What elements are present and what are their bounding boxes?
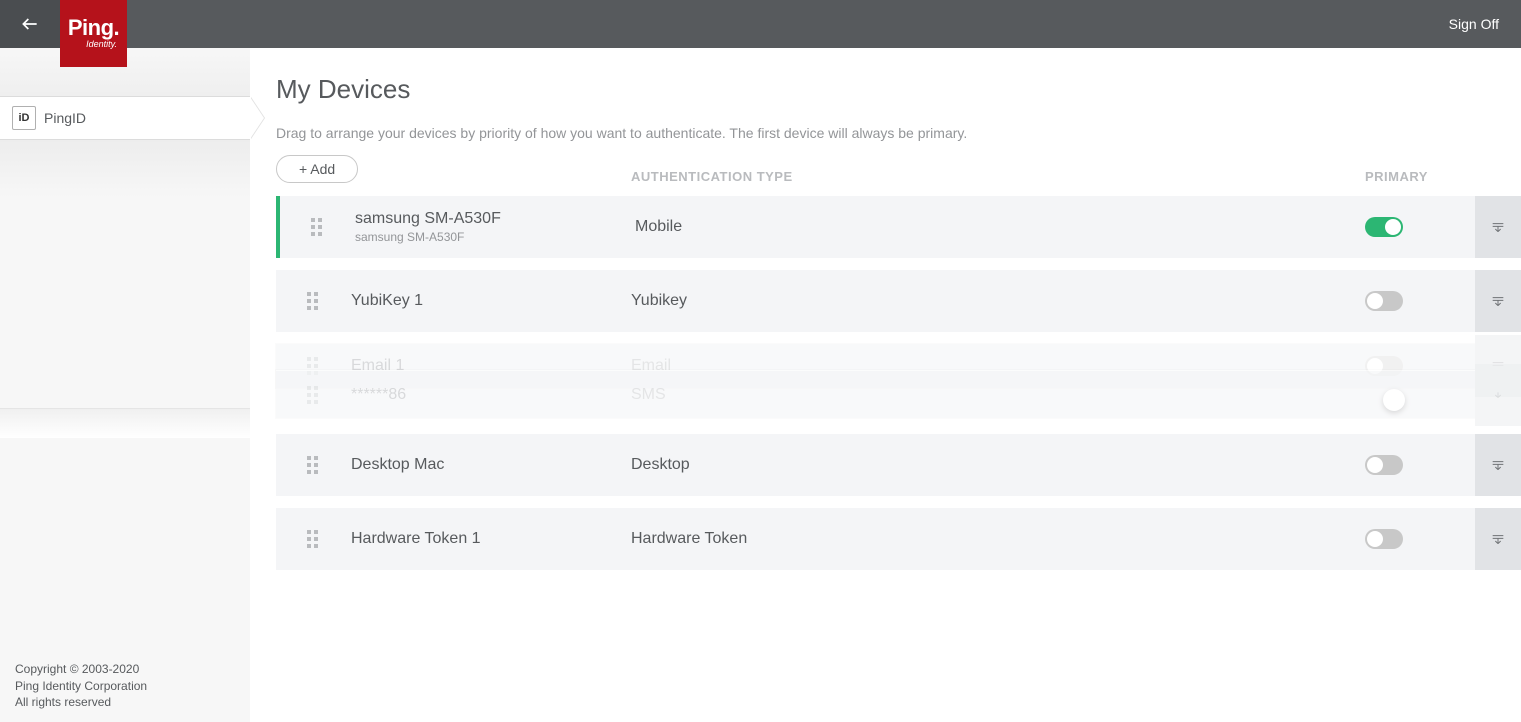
back-button[interactable] <box>0 0 60 48</box>
drag-handle-icon[interactable] <box>307 530 321 548</box>
expand-icon <box>1490 387 1506 403</box>
device-row[interactable]: Hardware Token 1 Hardware Token <box>276 508 1521 570</box>
device-type: SMS <box>631 386 1365 404</box>
device-name: samsung SM-A530F <box>355 210 635 228</box>
primary-toggle[interactable] <box>1365 291 1403 311</box>
sign-off-link[interactable]: Sign Off <box>1449 16 1499 32</box>
device-row[interactable]: samsung SM-A530F samsung SM-A530F Mobile <box>276 196 1521 258</box>
device-name: YubiKey 1 <box>351 292 631 310</box>
dragging-rows[interactable]: Email 1 Email ******86 SMS <box>276 344 1521 422</box>
device-row[interactable]: Desktop Mac Desktop <box>276 434 1521 496</box>
device-subtitle: samsung SM-A530F <box>355 230 635 244</box>
expand-icon <box>1490 219 1506 235</box>
expand-button[interactable] <box>1475 270 1521 332</box>
primary-toggle[interactable] <box>1365 217 1403 237</box>
device-row[interactable]: YubiKey 1 Yubikey <box>276 270 1521 332</box>
drag-handle-icon[interactable] <box>307 456 321 474</box>
column-header-primary: PRIMARY <box>1365 169 1475 184</box>
ping-logo: Ping. Identity. <box>60 0 127 67</box>
device-type: Hardware Token <box>631 530 1365 548</box>
device-row-dragging[interactable]: ******86 SMS <box>276 370 1521 418</box>
logo-text-sub: Identity. <box>86 39 117 49</box>
expand-button[interactable] <box>1475 196 1521 258</box>
devices-table: AUTHENTICATION TYPE PRIMARY samsung SM-A… <box>276 169 1521 570</box>
primary-toggle[interactable] <box>1365 455 1403 475</box>
device-name: Hardware Token 1 <box>351 530 631 548</box>
id-badge-icon: iD <box>12 106 36 130</box>
expand-icon <box>1490 293 1506 309</box>
dragging-toggle-knob <box>1383 389 1405 411</box>
drag-handle-icon[interactable] <box>307 292 321 310</box>
sidebar-divider <box>0 408 250 438</box>
device-name: Desktop Mac <box>351 456 631 474</box>
device-name: ******86 <box>351 386 631 404</box>
device-type: Yubikey <box>631 292 1365 310</box>
device-type: Mobile <box>635 218 1365 236</box>
drag-handle-icon[interactable] <box>307 386 321 404</box>
top-bar: Sign Off <box>0 0 1521 48</box>
expand-button[interactable] <box>1475 508 1521 570</box>
expand-icon <box>1490 531 1506 547</box>
device-type: Desktop <box>631 456 1365 474</box>
footer-line: Copyright © 2003-2020 <box>15 661 147 677</box>
arrow-left-icon <box>20 14 40 34</box>
column-header-type: AUTHENTICATION TYPE <box>631 169 1365 184</box>
logo-text-main: Ping <box>68 15 114 40</box>
drag-handle-icon[interactable] <box>311 218 325 236</box>
expand-icon <box>1490 457 1506 473</box>
expand-button[interactable] <box>1475 434 1521 496</box>
sidebar-item-label: PingID <box>44 110 86 126</box>
page-subtitle: Drag to arrange your devices by priority… <box>276 125 1521 141</box>
footer-copyright: Copyright © 2003-2020 Ping Identity Corp… <box>15 661 147 710</box>
expand-button[interactable] <box>1475 364 1521 426</box>
page-title: My Devices <box>276 74 1521 105</box>
footer-line: All rights reserved <box>15 694 147 710</box>
footer-line: Ping Identity Corporation <box>15 678 147 694</box>
table-header: AUTHENTICATION TYPE PRIMARY <box>276 169 1521 196</box>
sidebar: iD PingID Copyright © 2003-2020 Ping Ide… <box>0 48 250 722</box>
primary-toggle[interactable] <box>1365 529 1403 549</box>
sidebar-item-pingid[interactable]: iD PingID <box>0 97 250 139</box>
main-content: My Devices Drag to arrange your devices … <box>250 48 1521 722</box>
